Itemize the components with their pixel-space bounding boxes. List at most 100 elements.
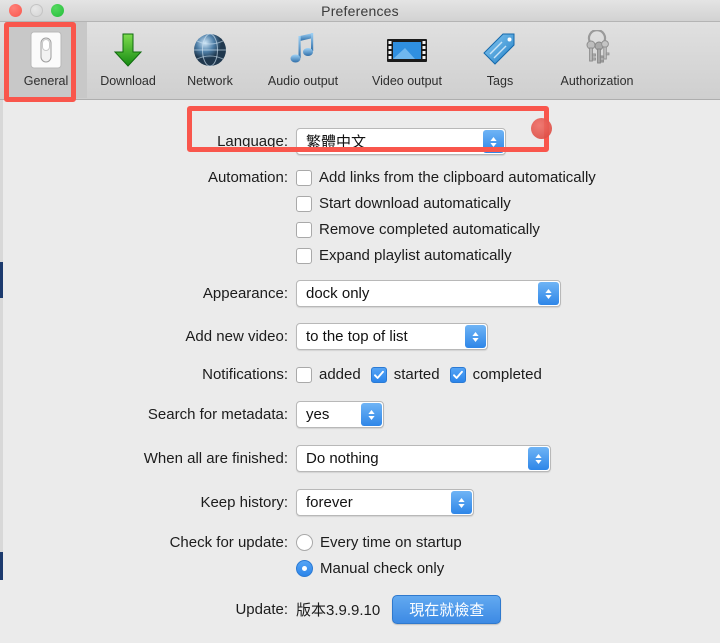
language-row: Language: 繁體中文	[0, 128, 720, 155]
annotation-red-circle-marker	[531, 118, 552, 139]
checkbox-added[interactable]	[296, 366, 312, 383]
appearance-label: Appearance:	[202, 285, 288, 302]
keep-history-select[interactable]: forever	[296, 489, 474, 516]
radio-every-time-on-startup[interactable]	[296, 534, 313, 551]
toolbar-item-video-output[interactable]: Video output	[355, 22, 459, 98]
language-select[interactable]: 繁體中文	[296, 128, 506, 155]
update-option-manual[interactable]: Manual check only	[296, 560, 444, 577]
automation-option-1[interactable]: Start download automatically	[296, 195, 511, 212]
keep-history-row: Keep history: forever	[0, 489, 720, 516]
toolbar-item-authorization-label: Authorization	[560, 74, 634, 88]
when-finished-row: When all are finished: Do nothing	[0, 445, 720, 472]
toolbar-item-general-label: General	[23, 74, 69, 88]
automation-option-3-label: Expand playlist automatically	[319, 247, 512, 264]
update-option-every-startup-label: Every time on startup	[320, 534, 462, 551]
keep-history-select-value: forever	[306, 494, 353, 511]
checkbox-add-links[interactable]	[296, 169, 312, 186]
window-title: Preferences	[321, 2, 399, 19]
add-new-video-select-value: to the top of list	[306, 328, 408, 345]
checkbox-completed[interactable]	[449, 366, 466, 383]
check-now-button[interactable]: 現在就檢查	[392, 595, 502, 624]
toolbar-item-general[interactable]: General	[5, 22, 87, 98]
search-metadata-select[interactable]: yes	[296, 401, 384, 428]
notification-option-completed[interactable]: completed	[449, 366, 542, 383]
keep-history-label: Keep history:	[200, 494, 288, 511]
automation-option-1-label: Start download automatically	[319, 195, 511, 212]
toolbar-item-audio-output-label: Audio output	[267, 74, 339, 88]
check-for-update-label: Check for update:	[169, 534, 288, 551]
language-label: Language:	[217, 133, 288, 150]
checkbox-start-download[interactable]	[296, 195, 312, 212]
chevron-updown-icon	[538, 282, 559, 305]
notification-option-started-label: started	[393, 366, 440, 383]
radio-manual-check-only[interactable]	[296, 560, 313, 577]
update-row: Update: 版本3.9.9.10 現在就檢查	[0, 595, 720, 624]
search-metadata-label: Search for metadata:	[147, 406, 288, 423]
automation-row: Automation: Add links from the clipboard…	[0, 169, 720, 186]
automation-option-3[interactable]: Expand playlist automatically	[296, 247, 512, 264]
add-new-video-label: Add new video:	[185, 328, 288, 345]
automation-option-2[interactable]: Remove completed automatically	[296, 221, 540, 238]
down-arrow-icon	[111, 28, 145, 72]
toolbar-item-network[interactable]: Network	[169, 22, 251, 98]
appearance-select[interactable]: dock only	[296, 280, 561, 307]
window-left-edge	[0, 100, 3, 580]
update-version-text: 版本3.9.9.10	[296, 602, 381, 619]
general-preferences-pane: Language: 繁體中文 Automation: Add links fro…	[0, 100, 720, 624]
toolbar-item-tags[interactable]: Tags	[459, 22, 541, 98]
add-new-video-select[interactable]: to the top of list	[296, 323, 488, 350]
appearance-row: Appearance: dock only	[0, 280, 720, 307]
appearance-select-value: dock only	[306, 285, 370, 302]
chevron-updown-icon	[465, 325, 486, 348]
notification-option-added-label: added	[319, 366, 361, 383]
switch-icon	[29, 28, 63, 72]
checkbox-expand-playlist[interactable]	[296, 247, 312, 264]
window-titlebar: Preferences	[0, 0, 720, 22]
chevron-updown-icon	[451, 491, 472, 514]
language-select-value: 繁體中文	[306, 134, 367, 151]
when-finished-select[interactable]: Do nothing	[296, 445, 551, 472]
chevron-updown-icon	[528, 447, 549, 470]
left-edge-accent-2	[0, 552, 3, 580]
globe-icon	[191, 28, 229, 72]
notifications-label: Notifications:	[202, 366, 288, 383]
toolbar-item-audio-output[interactable]: Audio output	[251, 22, 355, 98]
checkbox-remove-completed[interactable]	[296, 221, 312, 238]
automation-row-3: Remove completed automatically	[0, 221, 720, 238]
automation-option-0[interactable]: Add links from the clipboard automatical…	[296, 169, 596, 186]
add-new-video-row: Add new video: to the top of list	[0, 323, 720, 350]
chevron-updown-icon	[483, 130, 504, 153]
check-for-update-row: Check for update: Every time on startup	[0, 534, 720, 551]
notification-option-started[interactable]: started	[370, 366, 440, 383]
notification-option-added[interactable]: added	[296, 366, 361, 383]
chevron-updown-icon	[361, 403, 382, 426]
film-strip-icon	[385, 28, 429, 72]
check-for-update-row-2: Manual check only	[0, 560, 720, 577]
update-option-every-startup[interactable]: Every time on startup	[296, 534, 462, 551]
notification-option-completed-label: completed	[472, 366, 542, 383]
toolbar-item-network-label: Network	[187, 74, 233, 88]
preferences-window: Preferences General Download Network Aud…	[0, 0, 720, 643]
notifications-row: Notifications: added started completed	[0, 366, 720, 383]
toolbar-item-authorization[interactable]: Authorization	[541, 22, 653, 98]
toolbar-item-download-label: Download	[100, 74, 156, 88]
automation-option-0-label: Add links from the clipboard automatical…	[319, 169, 596, 186]
keys-icon	[577, 28, 617, 72]
update-option-manual-label: Manual check only	[320, 560, 445, 577]
music-note-icon	[286, 28, 320, 72]
search-metadata-row: Search for metadata: yes	[0, 401, 720, 428]
when-finished-label: When all are finished:	[143, 450, 288, 467]
search-metadata-select-value: yes	[306, 406, 330, 423]
automation-label: Automation:	[207, 169, 288, 186]
tag-icon	[481, 28, 519, 72]
toolbar-item-download[interactable]: Download	[87, 22, 169, 98]
toolbar-item-tags-label: Tags	[486, 74, 514, 88]
automation-row-2: Start download automatically	[0, 195, 720, 212]
preferences-toolbar: General Download Network Audio output Vi…	[0, 22, 720, 100]
when-finished-select-value: Do nothing	[306, 450, 379, 467]
toolbar-item-video-output-label: Video output	[372, 74, 442, 88]
left-edge-accent	[0, 262, 3, 298]
update-label: Update:	[235, 601, 288, 618]
automation-option-2-label: Remove completed automatically	[319, 221, 540, 238]
checkbox-started[interactable]	[370, 366, 387, 383]
